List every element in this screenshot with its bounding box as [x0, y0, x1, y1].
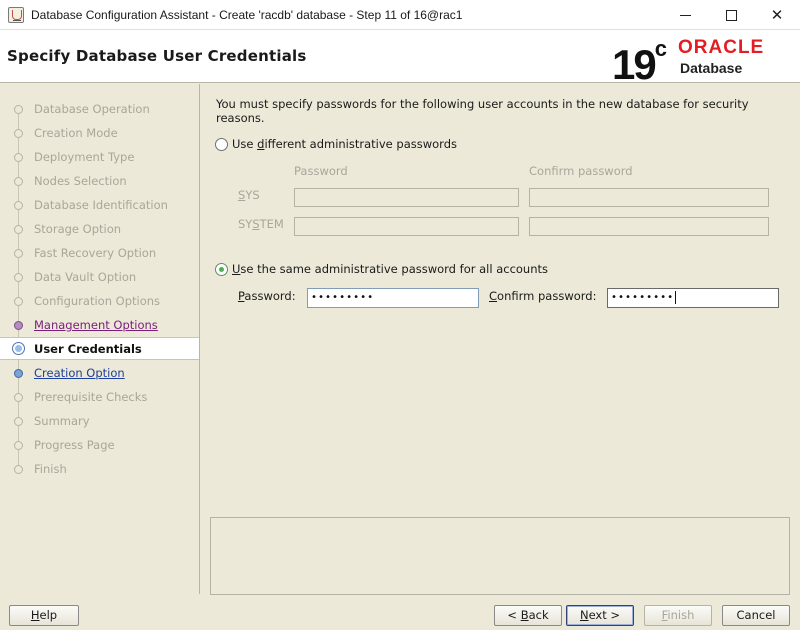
step-label: Management Options: [34, 318, 158, 332]
step-indicator-icon: [14, 201, 23, 210]
finish-button: Finish: [644, 605, 712, 626]
sidebar-step-database-identification: Database Identification: [0, 194, 199, 216]
system-confirm-password-field: [529, 217, 769, 236]
back-button[interactable]: < Back: [494, 605, 562, 626]
sidebar-step-finish: Finish: [0, 458, 199, 480]
close-icon: ✕: [770, 6, 784, 24]
different-passwords-radio[interactable]: [215, 138, 228, 151]
sidebar-step-management-options[interactable]: Management Options: [0, 314, 199, 336]
different-passwords-option[interactable]: Use different administrative passwords: [215, 137, 475, 153]
step-navigation: Database Operation Creation Mode Deploymen…: [0, 84, 200, 594]
sys-password-field: [294, 188, 519, 207]
step-indicator-icon: [13, 343, 24, 354]
message-area: [210, 517, 790, 595]
step-label: Data Vault Option: [34, 270, 137, 284]
sidebar-step-summary: Summary: [0, 410, 199, 432]
sidebar-step-user-credentials: User Credentials: [0, 337, 199, 360]
sidebar-step-data-vault-option: Data Vault Option: [0, 266, 199, 288]
step-indicator-icon: [14, 105, 23, 114]
step-label: Deployment Type: [34, 150, 135, 164]
minimize-button[interactable]: [662, 0, 708, 30]
sidebar-step-creation-mode: Creation Mode: [0, 122, 199, 144]
step-indicator-icon: [14, 417, 23, 426]
cancel-button[interactable]: Cancel: [722, 605, 790, 626]
system-label: SYSTEM: [238, 217, 284, 231]
sidebar-step-creation-option[interactable]: Creation Option: [0, 362, 199, 384]
step-label: Database Operation: [34, 102, 150, 116]
sidebar-step-fast-recovery-option: Fast Recovery Option: [0, 242, 199, 264]
sidebar-step-progress-page: Progress Page: [0, 434, 199, 456]
sidebar-step-storage-option: Storage Option: [0, 218, 199, 240]
maximize-icon: [725, 10, 737, 21]
password-column-header: Password: [294, 164, 348, 178]
step-indicator-icon: [14, 177, 23, 186]
same-password-radio[interactable]: [215, 263, 228, 276]
oracle-brand-text: ORACLE: [678, 37, 765, 58]
step-indicator-icon: [14, 393, 23, 402]
step-indicator-icon: [14, 441, 23, 450]
step-label: Creation Option: [34, 366, 125, 380]
same-password-label: Use the same administrative password for…: [232, 262, 549, 276]
step-label: Fast Recovery Option: [34, 246, 157, 260]
step-indicator-icon: [14, 273, 23, 282]
maximize-button[interactable]: [708, 0, 754, 30]
page-header: Specify Database User Credentials 19c OR…: [0, 30, 800, 88]
step-label: Creation Mode: [34, 126, 118, 140]
sidebar-step-deployment-type: Deployment Type: [0, 146, 199, 168]
window-titlebar: Database Configuration Assistant - Creat…: [0, 0, 800, 30]
step-label: Database Identification: [34, 198, 168, 212]
logo-version: 19: [612, 41, 657, 88]
step-label: Configuration Options: [34, 294, 161, 308]
sidebar-step-database-operation: Database Operation: [0, 98, 199, 120]
step-label: Progress Page: [34, 438, 115, 452]
main-content: You must specify passwords for the follo…: [200, 84, 800, 595]
minimize-icon: [679, 15, 691, 16]
step-label: Summary: [34, 414, 90, 428]
java-app-icon: [8, 7, 24, 23]
close-button[interactable]: ✕: [754, 0, 800, 30]
system-password-field: [294, 217, 519, 236]
sys-confirm-password-field: [529, 188, 769, 207]
step-label: Nodes Selection: [34, 174, 127, 188]
step-indicator-icon: [14, 249, 23, 258]
page-title: Specify Database User Credentials: [7, 47, 307, 65]
text-caret: [675, 290, 677, 304]
step-label: Storage Option: [34, 222, 122, 236]
step-indicator-icon: [14, 297, 23, 306]
confirm-password-input[interactable]: •••••••••: [607, 288, 779, 308]
password-input[interactable]: •••••••••: [307, 288, 479, 308]
same-password-option[interactable]: Use the same administrative password for…: [215, 262, 555, 278]
confirm-password-column-header: Confirm password: [529, 164, 633, 178]
next-button[interactable]: Next >: [566, 605, 634, 626]
sidebar-step-nodes-selection: Nodes Selection: [0, 170, 199, 192]
help-button[interactable]: Help: [9, 605, 79, 626]
step-label: Prerequisite Checks: [34, 390, 148, 404]
intro-text: You must specify passwords for the follo…: [216, 97, 749, 125]
confirm-password-label: Confirm password:: [489, 289, 597, 303]
different-passwords-label: Use different administrative passwords: [232, 137, 457, 151]
step-indicator-icon: [14, 321, 23, 330]
step-indicator-icon: [14, 369, 23, 378]
oracle-19c-logo: 19c: [612, 34, 667, 88]
oracle-product-text: Database: [680, 60, 743, 76]
step-indicator-icon: [14, 129, 23, 138]
step-indicator-icon: [14, 153, 23, 162]
sys-label: SYS: [238, 188, 260, 202]
sidebar-step-configuration-options: Configuration Options: [0, 290, 199, 312]
step-label: User Credentials: [34, 342, 142, 356]
logo-sup: c: [654, 36, 667, 61]
step-label: Finish: [34, 462, 67, 476]
sidebar-step-prerequisite-checks: Prerequisite Checks: [0, 386, 199, 408]
window-title: Database Configuration Assistant - Creat…: [31, 8, 463, 22]
step-indicator-icon: [14, 465, 23, 474]
password-label: Password:: [238, 289, 296, 303]
step-indicator-icon: [14, 225, 23, 234]
